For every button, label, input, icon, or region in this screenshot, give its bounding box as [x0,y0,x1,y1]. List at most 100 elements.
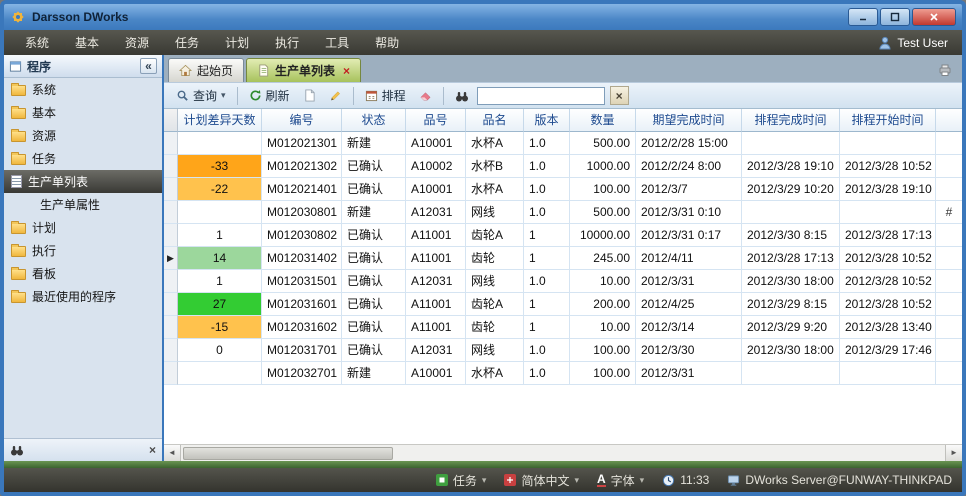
diff-days-cell[interactable]: 1 [178,270,262,293]
grid-cell[interactable]: 已确认 [342,316,406,339]
diff-days-cell[interactable]: 27 [178,293,262,316]
diff-days-cell[interactable] [178,132,262,155]
grid-cell[interactable]: 已确认 [342,339,406,362]
grid-cell[interactable]: 10.00 [570,316,636,339]
column-header-3[interactable]: 品号 [406,109,466,132]
grid-cell[interactable]: 已确认 [342,270,406,293]
sidebar-item-9[interactable]: 最近使用的程序 [4,285,162,308]
language-menu[interactable]: 简体中文 ▾ [504,472,579,489]
user-menu[interactable]: Test User [878,36,954,50]
grid-cell[interactable]: 新建 [342,201,406,224]
grid-cell[interactable]: 已确认 [342,247,406,270]
collapse-sidebar-button[interactable]: « [140,58,157,74]
column-header-6[interactable]: 数量 [570,109,636,132]
grid-cell[interactable]: 新建 [342,132,406,155]
grid-cell[interactable]: 2012/3/29 9:20 [742,316,840,339]
title-bar[interactable]: Darsson DWorks [4,4,962,30]
grid-cell[interactable]: 水杯A [466,362,524,385]
grid-cell[interactable]: 2012/3/29 8:15 [742,293,840,316]
tab-close-icon[interactable]: × [343,64,350,78]
grid-cell[interactable]: A11001 [406,224,466,247]
column-header-9[interactable]: 排程开始时间 [840,109,936,132]
grid-cell[interactable]: 2012/3/30 18:00 [742,339,840,362]
sidebar-item-8[interactable]: 看板 [4,262,162,285]
grid-cell[interactable]: 2012/3/28 19:10 [742,155,840,178]
grid-cell[interactable]: A12031 [406,201,466,224]
grid-cell[interactable]: M012030801 [262,201,342,224]
diff-days-cell[interactable]: -33 [178,155,262,178]
grid-cell[interactable]: 2012/3/28 17:13 [742,247,840,270]
table-row[interactable]: ▶14M012031402已确认A11001齿轮1245.002012/4/11… [164,247,962,270]
grid-cell[interactable]: 1.0 [524,155,570,178]
column-header-8[interactable]: 排程完成时间 [742,109,840,132]
column-header-4[interactable]: 品名 [466,109,524,132]
menu-item-0[interactable]: 系统 [12,30,62,55]
grid-cell[interactable]: 500.00 [570,132,636,155]
grid-cell[interactable]: 已确认 [342,178,406,201]
grid-cell[interactable]: 1.0 [524,270,570,293]
close-button[interactable] [912,8,956,26]
table-row[interactable]: -15M012031602已确认A11001齿轮110.002012/3/142… [164,316,962,339]
grid-cell[interactable]: 新建 [342,362,406,385]
grid-cell[interactable] [840,201,936,224]
table-row[interactable]: 27M012031601已确认A11001齿轮A1200.002012/4/25… [164,293,962,316]
new-button[interactable] [298,87,321,104]
diff-days-cell[interactable] [178,201,262,224]
diff-days-cell[interactable]: 1 [178,224,262,247]
grid-cell[interactable]: 齿轮 [466,316,524,339]
grid-cell[interactable]: 2012/3/28 10:52 [840,155,936,178]
grid-cell[interactable]: 100.00 [570,178,636,201]
schedule-button[interactable]: 排程 [360,85,411,106]
horizontal-scrollbar[interactable]: ◄ ► [164,444,962,461]
sidebar-search-bar[interactable]: × [4,438,162,461]
grid-cell[interactable]: 水杯A [466,132,524,155]
grid-cell[interactable]: 2012/3/30 18:00 [742,270,840,293]
grid-cell[interactable]: 齿轮A [466,293,524,316]
diff-days-cell[interactable]: 14 [178,247,262,270]
sidebar-item-2[interactable]: 资源 [4,124,162,147]
grid-cell[interactable]: 水杯A [466,178,524,201]
grid-cell[interactable]: 1000.00 [570,155,636,178]
task-menu[interactable]: 任务 ▾ [436,472,487,489]
minimize-button[interactable] [848,8,878,26]
grid-cell[interactable]: 2012/3/28 10:52 [840,270,936,293]
grid-cell[interactable]: 2012/2/24 8:00 [636,155,742,178]
grid-cell[interactable]: 2012/4/11 [636,247,742,270]
table-row[interactable]: 0M012031701已确认A12031网线1.0100.002012/3/30… [164,339,962,362]
maximize-button[interactable] [880,8,910,26]
table-row[interactable]: 1M012031501已确认A12031网线1.010.002012/3/312… [164,270,962,293]
grid-cell[interactable]: 齿轮 [466,247,524,270]
sidebar-item-3[interactable]: 任务 [4,147,162,170]
refresh-button[interactable]: 刷新 [244,85,295,106]
grid-cell[interactable]: 100.00 [570,339,636,362]
scroll-left-arrow[interactable]: ◄ [164,445,181,461]
grid-cell[interactable]: A12031 [406,270,466,293]
grid-cell[interactable]: A11001 [406,293,466,316]
tab-home[interactable]: 起始页 [168,58,244,82]
column-header-7[interactable]: 期望完成时间 [636,109,742,132]
grid-cell[interactable]: 2012/3/30 [636,339,742,362]
diff-days-cell[interactable]: 0 [178,339,262,362]
grid-cell[interactable]: 2012/3/31 0:17 [636,224,742,247]
grid-cell[interactable]: 245.00 [570,247,636,270]
column-header-5[interactable]: 版本 [524,109,570,132]
grid-cell[interactable]: 1 [524,224,570,247]
grid-cell[interactable]: A12031 [406,339,466,362]
tab-production-orders[interactable]: 生产单列表 × [246,58,361,82]
grid-cell[interactable]: A11001 [406,316,466,339]
grid-cell[interactable]: 2012/3/28 17:13 [840,224,936,247]
grid-cell[interactable]: 水杯B [466,155,524,178]
grid-cell[interactable] [840,362,936,385]
grid-cell[interactable]: 2012/3/31 [636,362,742,385]
menu-item-7[interactable]: 帮助 [362,30,412,55]
grid-cell[interactable]: M012021302 [262,155,342,178]
grid-cell[interactable]: M012031601 [262,293,342,316]
table-row[interactable]: M012030801新建A12031网线1.0500.002012/3/31 0… [164,201,962,224]
grid-cell[interactable]: 2012/3/28 19:10 [840,178,936,201]
find-input[interactable] [477,87,605,105]
sidebar-item-7[interactable]: 执行 [4,239,162,262]
grid-cell[interactable]: A11001 [406,247,466,270]
printer-icon[interactable] [938,63,952,77]
grid-cell[interactable]: M012032701 [262,362,342,385]
grid-cell[interactable]: 已确认 [342,155,406,178]
